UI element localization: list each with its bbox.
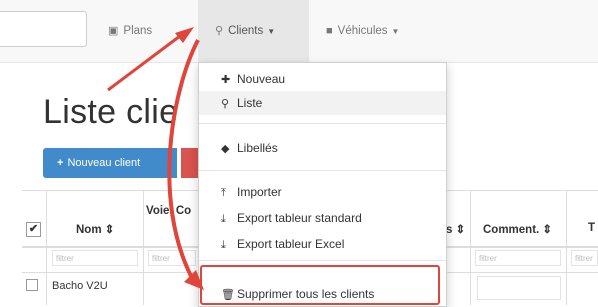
search-input[interactable]	[0, 11, 87, 47]
menu-divider	[199, 170, 446, 171]
menu-item-label: Liste	[237, 96, 263, 110]
menu-item-label: Export tableur standard	[237, 211, 362, 225]
row-checkbox[interactable]	[26, 279, 38, 291]
filter-input-nom[interactable]: filtrer	[52, 250, 138, 266]
new-client-label: Nouveau client	[67, 157, 141, 169]
filter-input-voie[interactable]: filtrer	[148, 250, 196, 266]
download-icon: ⤓	[221, 239, 226, 251]
nav-vehicules-dropdown[interactable]: ■ Véhicules ▼	[326, 0, 399, 62]
map-marker-icon: ⚲	[215, 25, 224, 37]
cell-name: Bacho V2U	[52, 280, 108, 292]
caret-down-icon: ▼	[391, 27, 400, 36]
menu-divider	[199, 123, 446, 124]
menu-item-label: Importer	[237, 185, 282, 199]
menu-item-nouveau[interactable]: ✚ Nouveau	[199, 67, 446, 91]
nav-vehicules-label: Véhicules	[337, 25, 388, 37]
filter-input-comment[interactable]: filtrer	[475, 250, 561, 266]
caret-down-icon: ▼	[267, 27, 276, 36]
plus-icon: ✚	[221, 74, 231, 86]
menu-item-liste[interactable]: ⚲ Liste	[199, 91, 446, 115]
map-marker-icon: ⚲	[221, 98, 230, 110]
highlight-box	[200, 265, 440, 305]
column-header-nom[interactable]: Nom ⇕	[76, 222, 114, 236]
filter-input-t[interactable]: filtrer	[571, 250, 598, 266]
column-header-t[interactable]: T	[588, 222, 595, 234]
top-navbar: ▣ Plans ⚲ Clients ▼ ■ Véhicules ▼	[0, 0, 598, 63]
menu-item-export-excel[interactable]: ⤓ Export tableur Excel	[199, 232, 446, 256]
nav-clients-dropdown[interactable]: ⚲ Clients ▼	[198, 0, 309, 62]
comment-textarea[interactable]	[477, 276, 561, 300]
nav-plans-label: Plans	[123, 25, 153, 37]
menu-item-importer[interactable]: ⤒ Importer	[199, 180, 446, 204]
truck-icon: ■	[326, 25, 333, 37]
menu-item-label: Export tableur Excel	[237, 237, 345, 251]
new-client-button[interactable]: + Nouveau client	[43, 148, 177, 178]
column-header-voie[interactable]: Voie, Co	[146, 205, 191, 217]
menu-item-label: Libellés	[237, 141, 278, 155]
page-title: Liste clie	[43, 93, 179, 131]
menu-item-label: Nouveau	[237, 72, 286, 86]
column-header-comment[interactable]: Comment. ⇕	[483, 222, 552, 236]
menu-item-export-standard[interactable]: ⤓ Export tableur standard	[199, 206, 446, 230]
menu-divider	[199, 260, 446, 261]
nav-plans[interactable]: ▣ Plans	[108, 0, 152, 62]
column-header-partial[interactable]: s ⇕	[446, 222, 465, 236]
menu-item-libelles[interactable]: ◆ Libellés	[199, 136, 446, 160]
download-icon: ⤓	[221, 213, 226, 225]
tags-icon: ◆	[221, 143, 230, 155]
calendar-icon: ▣	[108, 25, 119, 37]
plus-icon: +	[57, 157, 64, 169]
upload-icon: ⤒	[221, 187, 226, 199]
nav-clients-label: Clients	[228, 25, 264, 37]
select-all-checkbox[interactable]: ✔	[26, 222, 41, 237]
